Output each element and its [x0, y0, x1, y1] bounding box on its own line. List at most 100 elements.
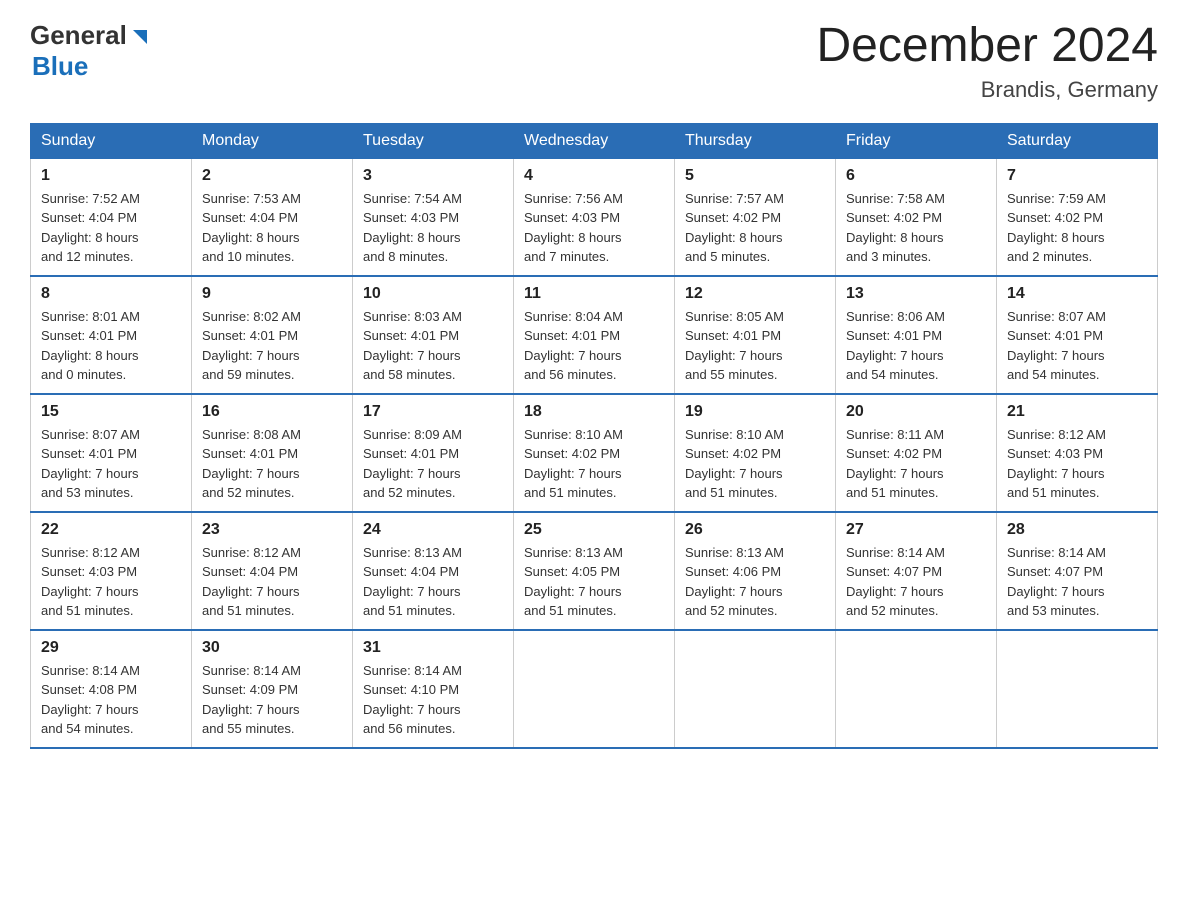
day-info: Sunrise: 8:10 AMSunset: 4:02 PMDaylight:…: [524, 425, 664, 503]
day-number: 1: [41, 167, 181, 185]
day-info: Sunrise: 7:52 AMSunset: 4:04 PMDaylight:…: [41, 189, 181, 267]
day-info: Sunrise: 8:05 AMSunset: 4:01 PMDaylight:…: [685, 307, 825, 385]
calendar-header: SundayMondayTuesdayWednesdayThursdayFrid…: [31, 123, 1158, 158]
calendar-cell: 21 Sunrise: 8:12 AMSunset: 4:03 PMDayligh…: [997, 394, 1158, 512]
title-section: December 2024 Brandis, Germany: [816, 20, 1158, 103]
calendar-cell: 18Sunrise: 8:10 AMSunset: 4:02 PMDayligh…: [514, 394, 675, 512]
calendar-cell: 17 Sunrise: 8:09 AMSunset: 4:01 PMDayligh…: [353, 394, 514, 512]
calendar-cell: 6 Sunrise: 7:58 AMSunset: 4:02 PMDaylight…: [836, 158, 997, 276]
day-info: Sunrise: 8:12 AMSunset: 4:03 PMDaylight:…: [41, 543, 181, 621]
calendar-cell: 4 Sunrise: 7:56 AMSunset: 4:03 PMDaylight…: [514, 158, 675, 276]
day-info: Sunrise: 7:58 AMSunset: 4:02 PMDaylight:…: [846, 189, 986, 267]
day-info: Sunrise: 7:53 AMSunset: 4:04 PMDaylight:…: [202, 189, 342, 267]
header-day-friday: Friday: [836, 123, 997, 158]
header-day-wednesday: Wednesday: [514, 123, 675, 158]
calendar-cell: 26 Sunrise: 8:13 AMSunset: 4:06 PMDayligh…: [675, 512, 836, 630]
day-info: Sunrise: 8:11 AMSunset: 4:02 PMDaylight:…: [846, 425, 986, 503]
calendar-cell: 14Sunrise: 8:07 AMSunset: 4:01 PMDayligh…: [997, 276, 1158, 394]
month-title: December 2024: [816, 20, 1158, 73]
calendar-cell: 13Sunrise: 8:06 AMSunset: 4:01 PMDayligh…: [836, 276, 997, 394]
day-info: Sunrise: 8:13 AMSunset: 4:06 PMDaylight:…: [685, 543, 825, 621]
day-info: Sunrise: 8:03 AMSunset: 4:01 PMDaylight:…: [363, 307, 503, 385]
calendar-table: SundayMondayTuesdayWednesdayThursdayFrid…: [30, 123, 1158, 749]
logo: General Blue: [30, 20, 151, 82]
day-info: Sunrise: 8:12 AMSunset: 4:04 PMDaylight:…: [202, 543, 342, 621]
calendar-cell: [836, 630, 997, 748]
calendar-week-2: 8 Sunrise: 8:01 AMSunset: 4:01 PMDaylight…: [31, 276, 1158, 394]
day-info: Sunrise: 8:06 AMSunset: 4:01 PMDaylight:…: [846, 307, 986, 385]
day-number: 9: [202, 285, 342, 303]
day-number: 15: [41, 403, 181, 421]
page-header: General Blue December 2024 Brandis, Germ…: [30, 20, 1158, 103]
calendar-cell: 30Sunrise: 8:14 AMSunset: 4:09 PMDayligh…: [192, 630, 353, 748]
calendar-body: 1 Sunrise: 7:52 AMSunset: 4:04 PMDaylight…: [31, 158, 1158, 748]
header-day-tuesday: Tuesday: [353, 123, 514, 158]
day-number: 20: [846, 403, 986, 421]
day-info: Sunrise: 8:14 AMSunset: 4:07 PMDaylight:…: [1007, 543, 1147, 621]
calendar-cell: 5 Sunrise: 7:57 AMSunset: 4:02 PMDaylight…: [675, 158, 836, 276]
calendar-cell: 11 Sunrise: 8:04 AMSunset: 4:01 PMDayligh…: [514, 276, 675, 394]
calendar-cell: 28 Sunrise: 8:14 AMSunset: 4:07 PMDayligh…: [997, 512, 1158, 630]
day-info: Sunrise: 8:14 AMSunset: 4:10 PMDaylight:…: [363, 661, 503, 739]
day-number: 26: [685, 521, 825, 539]
day-number: 8: [41, 285, 181, 303]
day-number: 6: [846, 167, 986, 185]
day-number: 29: [41, 639, 181, 657]
day-info: Sunrise: 7:59 AMSunset: 4:02 PMDaylight:…: [1007, 189, 1147, 267]
day-number: 24: [363, 521, 503, 539]
logo-text-blue: Blue: [32, 51, 151, 82]
calendar-cell: [997, 630, 1158, 748]
day-number: 5: [685, 167, 825, 185]
day-number: 28: [1007, 521, 1147, 539]
day-number: 16: [202, 403, 342, 421]
day-info: Sunrise: 8:14 AMSunset: 4:08 PMDaylight:…: [41, 661, 181, 739]
day-number: 7: [1007, 167, 1147, 185]
calendar-week-1: 1 Sunrise: 7:52 AMSunset: 4:04 PMDaylight…: [31, 158, 1158, 276]
header-day-monday: Monday: [192, 123, 353, 158]
calendar-cell: 25Sunrise: 8:13 AMSunset: 4:05 PMDayligh…: [514, 512, 675, 630]
day-info: Sunrise: 7:56 AMSunset: 4:03 PMDaylight:…: [524, 189, 664, 267]
day-info: Sunrise: 7:57 AMSunset: 4:02 PMDaylight:…: [685, 189, 825, 267]
day-number: 10: [363, 285, 503, 303]
day-number: 30: [202, 639, 342, 657]
day-number: 23: [202, 521, 342, 539]
day-info: Sunrise: 7:54 AMSunset: 4:03 PMDaylight:…: [363, 189, 503, 267]
day-info: Sunrise: 8:12 AMSunset: 4:03 PMDaylight:…: [1007, 425, 1147, 503]
day-info: Sunrise: 8:01 AMSunset: 4:01 PMDaylight:…: [41, 307, 181, 385]
calendar-cell: 9 Sunrise: 8:02 AMSunset: 4:01 PMDaylight…: [192, 276, 353, 394]
day-info: Sunrise: 8:07 AMSunset: 4:01 PMDaylight:…: [41, 425, 181, 503]
logo-triangle-icon: [129, 26, 151, 48]
day-number: 19: [685, 403, 825, 421]
day-number: 12: [685, 285, 825, 303]
day-number: 25: [524, 521, 664, 539]
day-number: 21: [1007, 403, 1147, 421]
day-number: 4: [524, 167, 664, 185]
calendar-week-4: 22Sunrise: 8:12 AMSunset: 4:03 PMDayligh…: [31, 512, 1158, 630]
calendar-week-3: 15 Sunrise: 8:07 AMSunset: 4:01 PMDayligh…: [31, 394, 1158, 512]
calendar-cell: 8 Sunrise: 8:01 AMSunset: 4:01 PMDaylight…: [31, 276, 192, 394]
calendar-cell: 2Sunrise: 7:53 AMSunset: 4:04 PMDaylight…: [192, 158, 353, 276]
day-info: Sunrise: 8:02 AMSunset: 4:01 PMDaylight:…: [202, 307, 342, 385]
day-info: Sunrise: 8:07 AMSunset: 4:01 PMDaylight:…: [1007, 307, 1147, 385]
day-info: Sunrise: 8:08 AMSunset: 4:01 PMDaylight:…: [202, 425, 342, 503]
day-info: Sunrise: 8:04 AMSunset: 4:01 PMDaylight:…: [524, 307, 664, 385]
day-info: Sunrise: 8:14 AMSunset: 4:07 PMDaylight:…: [846, 543, 986, 621]
day-number: 17: [363, 403, 503, 421]
calendar-cell: 1 Sunrise: 7:52 AMSunset: 4:04 PMDaylight…: [31, 158, 192, 276]
calendar-cell: 3 Sunrise: 7:54 AMSunset: 4:03 PMDaylight…: [353, 158, 514, 276]
calendar-week-5: 29 Sunrise: 8:14 AMSunset: 4:08 PMDayligh…: [31, 630, 1158, 748]
day-info: Sunrise: 8:09 AMSunset: 4:01 PMDaylight:…: [363, 425, 503, 503]
header-row: SundayMondayTuesdayWednesdayThursdayFrid…: [31, 123, 1158, 158]
header-day-sunday: Sunday: [31, 123, 192, 158]
calendar-cell: 16 Sunrise: 8:08 AMSunset: 4:01 PMDayligh…: [192, 394, 353, 512]
calendar-cell: 27 Sunrise: 8:14 AMSunset: 4:07 PMDayligh…: [836, 512, 997, 630]
day-number: 11: [524, 285, 664, 303]
calendar-cell: 19Sunrise: 8:10 AMSunset: 4:02 PMDayligh…: [675, 394, 836, 512]
calendar-cell: 15 Sunrise: 8:07 AMSunset: 4:01 PMDayligh…: [31, 394, 192, 512]
calendar-cell: 22Sunrise: 8:12 AMSunset: 4:03 PMDayligh…: [31, 512, 192, 630]
logo-text-general: General: [30, 20, 127, 51]
calendar-cell: 24Sunrise: 8:13 AMSunset: 4:04 PMDayligh…: [353, 512, 514, 630]
day-number: 3: [363, 167, 503, 185]
day-number: 27: [846, 521, 986, 539]
calendar-cell: 29 Sunrise: 8:14 AMSunset: 4:08 PMDayligh…: [31, 630, 192, 748]
